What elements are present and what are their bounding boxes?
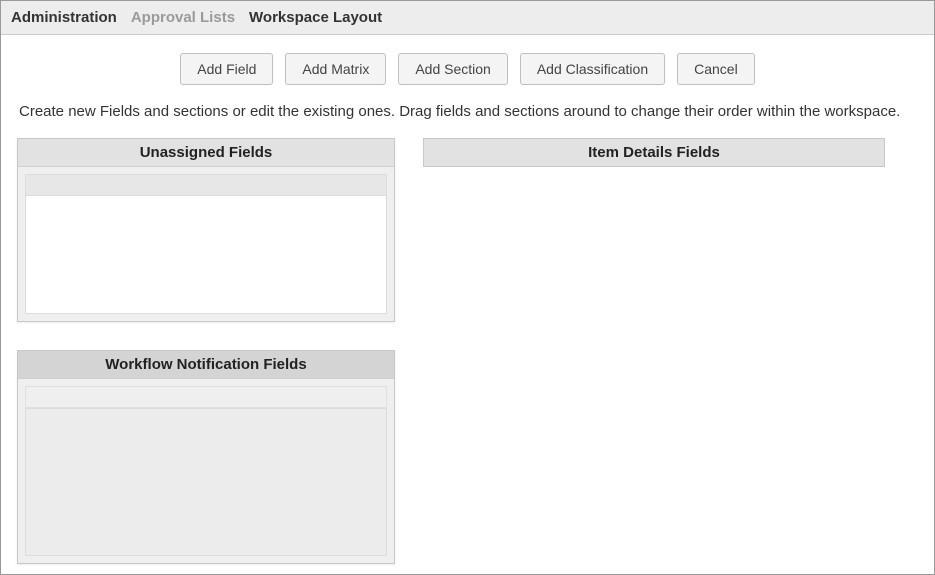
workflow-drop-area[interactable] [25, 408, 387, 556]
workflow-notification-body[interactable] [18, 379, 394, 563]
unassigned-fields-panel[interactable]: Unassigned Fields [17, 138, 395, 322]
cancel-button[interactable]: Cancel [677, 53, 755, 85]
add-matrix-button[interactable]: Add Matrix [285, 53, 386, 85]
unassigned-fields-body[interactable] [18, 167, 394, 321]
item-details-header: Item Details Fields [424, 139, 884, 166]
add-field-button[interactable]: Add Field [180, 53, 273, 85]
workspace-area: Unassigned Fields Workflow Notification … [1, 138, 934, 564]
add-section-button[interactable]: Add Section [398, 53, 508, 85]
instruction-text: Create new Fields and sections or edit t… [1, 99, 934, 138]
workflow-notification-panel[interactable]: Workflow Notification Fields [17, 350, 395, 564]
breadcrumb-administration[interactable]: Administration [11, 9, 117, 26]
toolbar: Add Field Add Matrix Add Section Add Cla… [1, 35, 934, 99]
breadcrumb-workspace-layout: Workspace Layout [249, 9, 382, 26]
add-classification-button[interactable]: Add Classification [520, 53, 665, 85]
unassigned-strip[interactable] [25, 174, 387, 196]
right-column: Item Details Fields [423, 138, 885, 167]
workflow-strip[interactable] [25, 386, 387, 408]
left-column: Unassigned Fields Workflow Notification … [17, 138, 395, 564]
unassigned-fields-header: Unassigned Fields [18, 139, 394, 167]
unassigned-drop-area[interactable] [25, 196, 387, 314]
breadcrumb-approval-lists[interactable]: Approval Lists [131, 9, 235, 26]
workflow-notification-header: Workflow Notification Fields [18, 351, 394, 379]
breadcrumb-bar: Administration Approval Lists Workspace … [1, 1, 934, 35]
item-details-panel[interactable]: Item Details Fields [423, 138, 885, 167]
